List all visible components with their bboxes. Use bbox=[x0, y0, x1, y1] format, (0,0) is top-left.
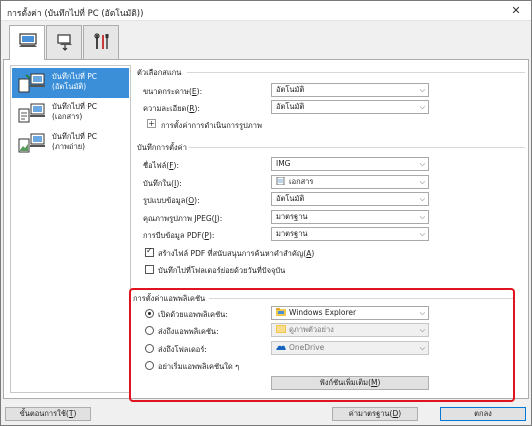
list-item-save-to-pc-document[interactable]: บันทึกไปที่ PC (เอกสาร) bbox=[12, 98, 129, 128]
app-settings-highlight bbox=[129, 288, 515, 402]
pdf-compression-select[interactable]: มาตรฐาน ⌵ bbox=[271, 227, 429, 241]
file-name-input[interactable]: IMG ⌵ bbox=[271, 157, 429, 171]
jpeg-quality-select[interactable]: มาตรฐาน ⌵ bbox=[271, 210, 429, 224]
chevron-down-icon: ⌵ bbox=[419, 160, 425, 168]
save-in-label: บันทึกใน(I): bbox=[143, 179, 182, 188]
title-bar: การตั้งค่า (บันทึกไปที่ PC (อัตโนมัติ)) … bbox=[1, 1, 531, 21]
instructions-button[interactable]: ขั้นตอนการใช้(T) bbox=[5, 407, 91, 421]
expand-icon[interactable]: + bbox=[147, 119, 156, 128]
scan-options-heading: ตัวเลือกสแกน bbox=[137, 68, 182, 77]
chevron-down-icon: ⌵ bbox=[419, 230, 425, 238]
save-to-pc-icon bbox=[18, 73, 45, 93]
defaults-button[interactable]: ค่ามาตรฐาน(D) bbox=[332, 407, 418, 421]
resolution-label: ความละเอียด(R): bbox=[143, 104, 200, 113]
pdf-compression-label: การบีบข้อมูล PDF(P): bbox=[143, 231, 215, 240]
group-divider bbox=[189, 147, 525, 148]
list-item-save-to-pc-auto[interactable]: บันทึกไปที่ PC (อัตโนมัติ) bbox=[12, 68, 129, 98]
settings-window: การตั้งค่า (บันทึกไปที่ PC (อัตโนมัติ)) … bbox=[0, 0, 532, 426]
chevron-down-icon: ⌵ bbox=[419, 103, 425, 111]
save-in-select[interactable]: เอกสาร ⌵ bbox=[271, 175, 429, 189]
list-item-title: บันทึกไปที่ PC bbox=[52, 102, 97, 111]
data-format-select[interactable]: อัตโนมัติ ⌵ bbox=[271, 192, 429, 206]
list-item-subtitle: (อัตโนมัติ) bbox=[52, 82, 87, 91]
list-item-title: บันทึกไปที่ PC bbox=[52, 72, 97, 81]
subfolder-checkbox[interactable] bbox=[145, 265, 154, 274]
computer-icon bbox=[19, 33, 37, 47]
scan-to-computer-icon bbox=[57, 34, 72, 51]
chevron-down-icon: ⌵ bbox=[419, 195, 425, 203]
chevron-down-icon: ⌵ bbox=[419, 213, 425, 221]
subfolder-label: บันทึกไปที่โฟลเดอร์ย่อยด้วยวันที่ปัจจุบั… bbox=[158, 266, 286, 275]
list-item-subtitle: (เอกสาร) bbox=[52, 112, 83, 121]
window-title: การตั้งค่า (บันทึกไปที่ PC (อัตโนมัติ)) bbox=[7, 9, 144, 19]
keyword-pdf-checkbox[interactable] bbox=[145, 246, 154, 257]
file-name-label: ชื่อไฟล์(F): bbox=[143, 161, 179, 170]
close-icon[interactable]: ✕ bbox=[505, 3, 527, 19]
save-photo-icon bbox=[18, 133, 45, 153]
resolution-select[interactable]: อัตโนมัติ ⌵ bbox=[271, 100, 429, 114]
group-divider bbox=[187, 72, 525, 73]
image-processing-settings-label[interactable]: การตั้งค่าการดำเนินการรูปภาพ bbox=[161, 120, 262, 132]
save-settings-heading: บันทึกการตั้งค่า bbox=[137, 143, 187, 152]
paper-size-label: ขนาดกระดาษ(E): bbox=[143, 87, 203, 96]
ok-button[interactable]: ตกลง bbox=[440, 407, 526, 421]
list-item-save-to-pc-photo[interactable]: บันทึกไปที่ PC (ภาพถ่าย) bbox=[12, 128, 129, 158]
tab-general-settings[interactable] bbox=[83, 25, 119, 59]
data-format-label: รูปแบบข้อมูล(O): bbox=[143, 196, 200, 205]
tools-icon bbox=[94, 33, 109, 49]
chevron-down-icon: ⌵ bbox=[419, 86, 425, 94]
tab-scan-from-operation-panel[interactable] bbox=[9, 25, 45, 60]
paper-size-select[interactable]: อัตโนมัติ ⌵ bbox=[271, 83, 429, 97]
save-document-icon bbox=[18, 103, 45, 123]
keyword-pdf-label: สร้างไฟล์ PDF ที่สนับสนุนการค้นหาคำสำคัญ… bbox=[158, 249, 315, 258]
tab-scan-to-computer[interactable] bbox=[46, 25, 82, 59]
list-item-subtitle: (ภาพถ่าย) bbox=[52, 142, 86, 151]
list-item-title: บันทึกไปที่ PC bbox=[52, 132, 97, 141]
document-folder-icon bbox=[276, 177, 285, 185]
jpeg-quality-label: คุณภาพรูปภาพ JPEG(J): bbox=[143, 214, 223, 223]
chevron-down-icon: ⌵ bbox=[419, 178, 425, 186]
scan-mode-list: บันทึกไปที่ PC (อัตโนมัติ) บันทึกไปที่ P… bbox=[10, 65, 131, 393]
